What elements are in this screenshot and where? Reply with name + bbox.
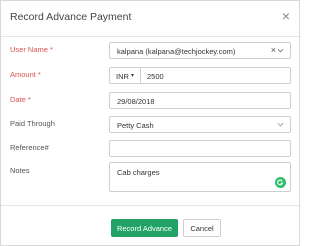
notes-value: Cab charges [117,168,160,177]
paid-through-label: Paid Through [10,119,55,128]
amount-input[interactable]: 2500 [141,67,291,84]
cancel-button[interactable]: Cancel [183,219,221,237]
paid-through-value: Petty Cash [117,121,154,130]
notes-textarea[interactable]: Cab charges [109,162,291,192]
chevron-down-icon [277,48,284,53]
date-label: Date * [10,95,31,104]
dialog-header: Record Advance Payment × [1,1,299,37]
grammarly-icon[interactable] [275,177,286,188]
record-advance-button[interactable]: Record Advance [111,219,178,237]
user-name-value: kalpana (kalpana@techjockey.com) [117,47,236,56]
paid-through-select[interactable]: Petty Cash [109,116,291,133]
dialog-title: Record Advance Payment [10,11,132,23]
user-name-select[interactable]: kalpana (kalpana@techjockey.com) × [109,42,291,59]
date-input[interactable]: 29/08/2018 [109,92,291,109]
amount-value: 2500 [147,72,164,81]
currency-select[interactable]: INR ▾ [109,67,141,84]
notes-label: Notes [10,166,30,175]
caret-down-icon: ▾ [131,73,135,79]
close-icon[interactable]: × [282,9,290,23]
reference-input[interactable] [109,140,291,157]
currency-value: INR [116,72,129,81]
date-value: 29/08/2018 [117,97,155,106]
dialog-footer: Record Advance Cancel [1,205,299,246]
clear-icon[interactable]: × [271,45,276,55]
record-advance-payment-dialog: Record Advance Payment × User Name * kal… [0,0,300,246]
chevron-down-icon [277,122,284,127]
amount-label: Amount * [10,70,41,79]
reference-label: Reference# [10,143,49,152]
user-name-label: User Name * [10,45,53,54]
